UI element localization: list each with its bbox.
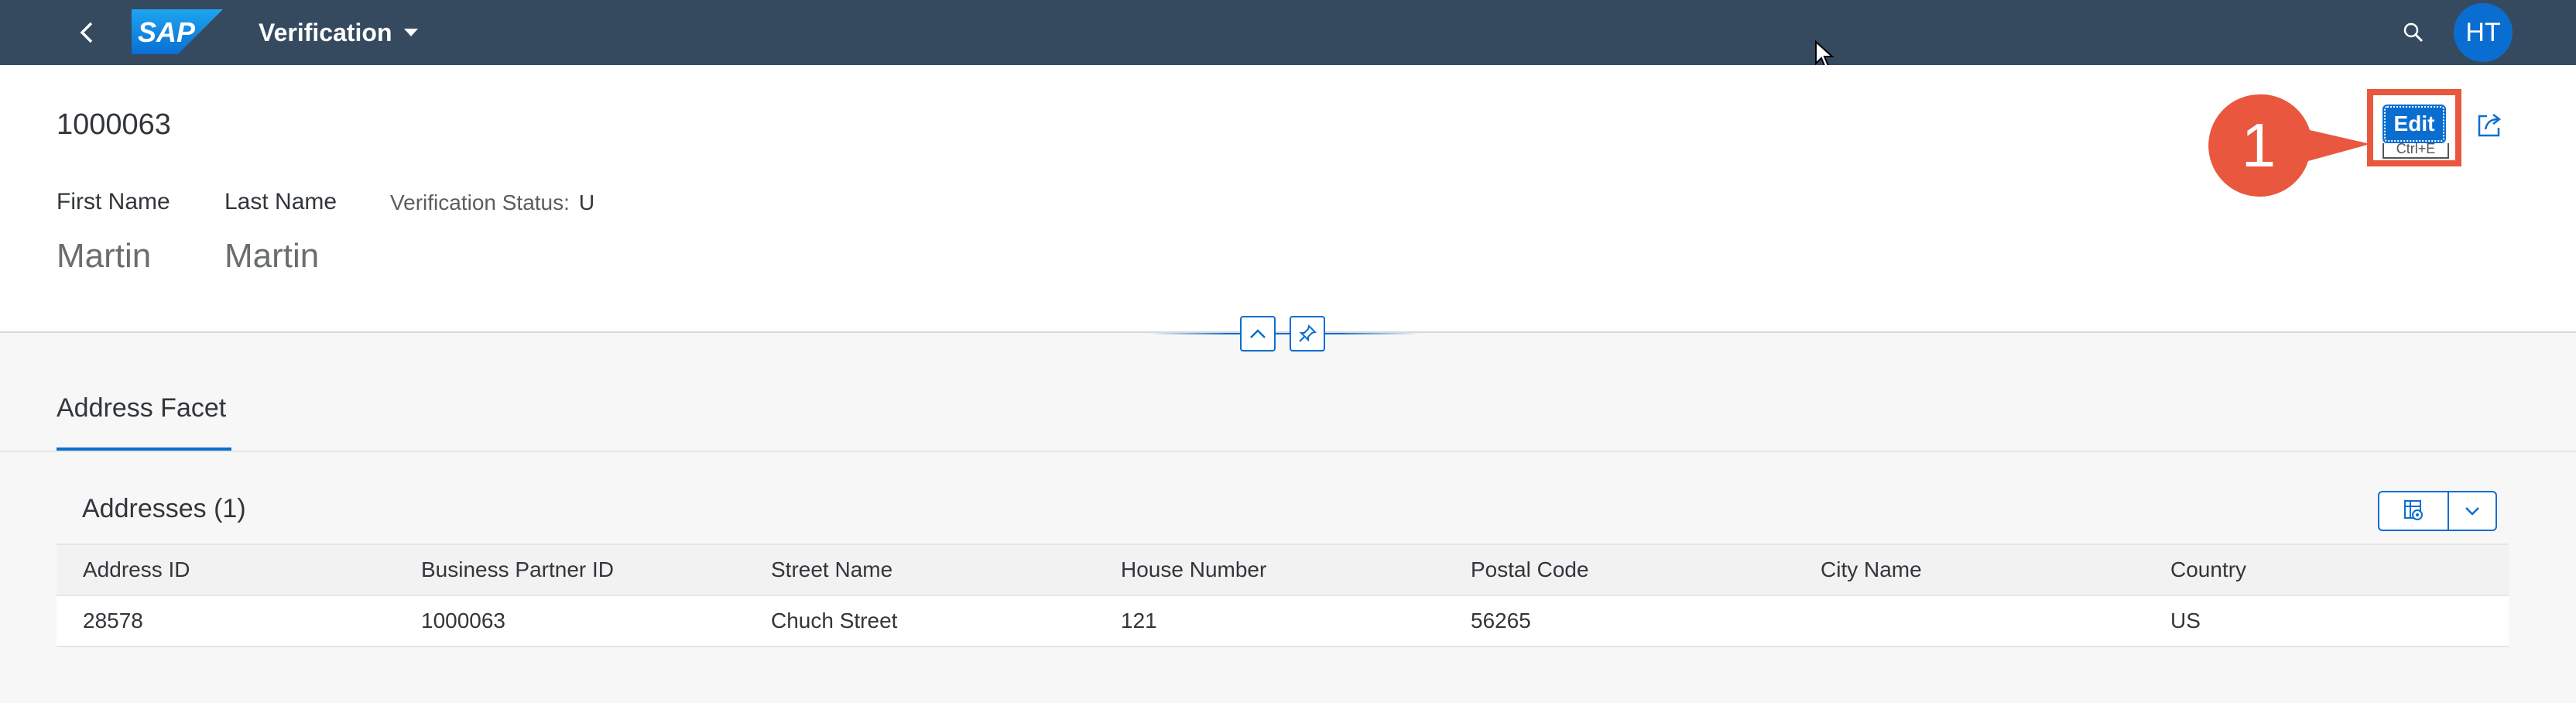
cell-country: US: [2170, 609, 2201, 633]
sap-logo-text: SAP: [138, 16, 196, 48]
column-header-address-id[interactable]: Address ID: [83, 545, 190, 595]
column-header-house-number[interactable]: House Number: [1121, 545, 1266, 595]
addresses-table-title: Addresses (1): [82, 494, 246, 523]
first-name-label: First Name: [57, 189, 170, 214]
first-name-value: Martin: [57, 237, 152, 275]
table-header-row: Address ID Business Partner ID Street Na…: [57, 544, 2509, 596]
collapse-header-button[interactable]: [1240, 316, 1276, 352]
column-header-street-name[interactable]: Street Name: [771, 545, 892, 595]
back-button[interactable]: [68, 14, 105, 51]
tab-address-facet[interactable]: Address Facet: [57, 393, 226, 424]
pin-icon: [1299, 324, 1317, 342]
app-title-menu[interactable]: Verification: [259, 14, 419, 51]
collapse-header-icon: [1250, 329, 1266, 338]
share-icon: [2478, 114, 2502, 137]
avatar-initials: HT: [2465, 17, 2501, 47]
table-row[interactable]: 28578 1000063 Chuch Street 121 56265 US: [57, 596, 2509, 647]
verification-status-label: Verification Status:: [390, 190, 570, 214]
edit-button[interactable]: Edit: [2382, 105, 2446, 143]
cell-postal-code: 56265: [1471, 609, 1531, 633]
column-header-city-name[interactable]: City Name: [1821, 545, 1922, 595]
column-header-postal-code[interactable]: Postal Code: [1471, 545, 1589, 595]
last-name-label: Last Name: [224, 189, 337, 214]
back-icon: [80, 22, 93, 43]
user-avatar[interactable]: HT: [2454, 3, 2513, 62]
verification-status-value: U: [578, 190, 595, 214]
pin-header-button[interactable]: [1290, 316, 1325, 352]
search-icon: [2403, 22, 2424, 43]
object-title: 1000063: [57, 108, 171, 141]
object-page-header: 1000063 First Name Last Name Verificatio…: [0, 65, 2576, 333]
step-callout-number: 1: [2241, 111, 2276, 180]
app-title: Verification: [259, 18, 392, 46]
verification-status: Verification Status: U: [390, 190, 594, 215]
cell-house-number: 121: [1121, 609, 1157, 633]
table-settings-icon: [2404, 500, 2423, 520]
table-settings-dropdown[interactable]: [2448, 491, 2497, 531]
cell-address-id: 28578: [83, 609, 143, 633]
last-name-value: Martin: [224, 237, 320, 275]
dropdown-caret-icon: [403, 29, 418, 36]
cell-street-name: Chuch Street: [771, 609, 898, 633]
share-button[interactable]: [2472, 108, 2506, 142]
header-divider: [1149, 333, 1420, 334]
table-settings-button[interactable]: [2378, 491, 2449, 531]
column-header-business-partner-id[interactable]: Business Partner ID: [421, 545, 614, 595]
chevron-down-icon: [2465, 507, 2479, 516]
cell-business-partner-id: 1000063: [421, 609, 506, 633]
shell-bar: SAP Verification HT: [0, 0, 2576, 65]
edit-tooltip: Ctrl+E: [2382, 143, 2449, 159]
tab-bar-divider: [0, 451, 2576, 452]
sap-logo[interactable]: SAP: [132, 9, 223, 54]
edit-highlight-box: Edit Ctrl+E: [2367, 89, 2461, 166]
shell-search-button[interactable]: [2395, 14, 2432, 51]
column-header-country[interactable]: Country: [2170, 545, 2246, 595]
